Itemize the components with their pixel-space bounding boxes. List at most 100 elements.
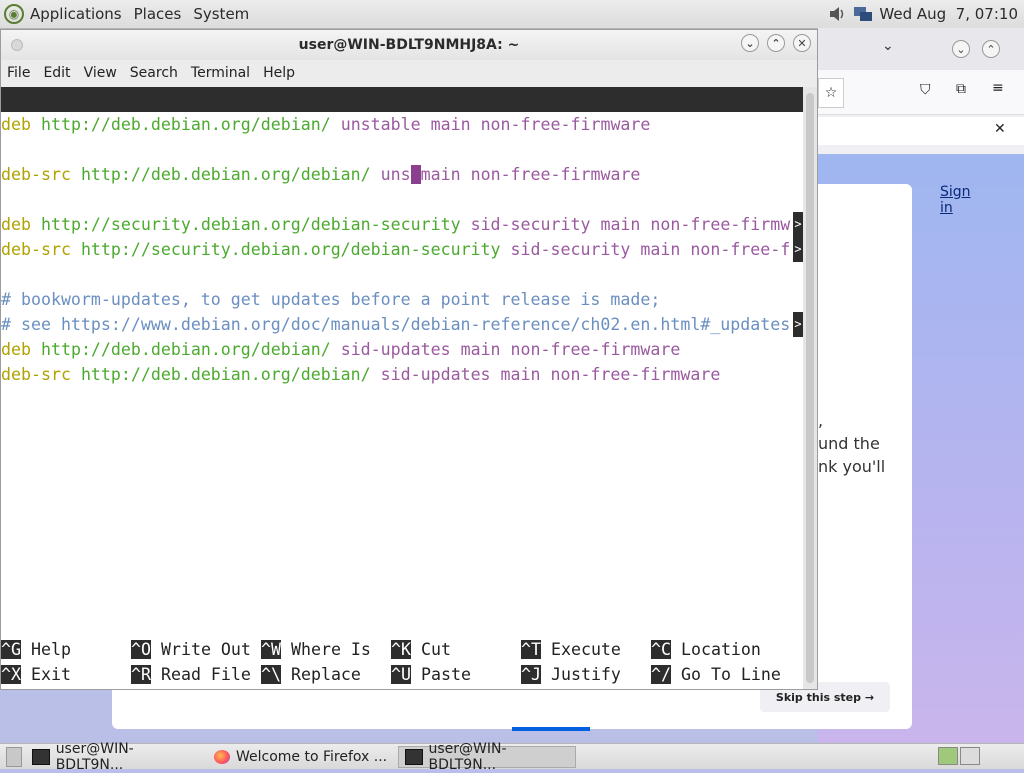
taskbar-item-terminal-1[interactable]: user@WIN-BDLT9N... [26,741,204,773]
repo-url: http://deb.debian.org/debian/ [40,340,331,359]
show-desktop-button[interactable] [6,746,22,767]
shortcut-item: ^J Justify [521,662,621,687]
shortcut-key: ^/ [651,665,671,684]
clock[interactable]: Wed Aug 7, 07:10 [879,5,1018,23]
bottom-taskbar: user@WIN-BDLT9N... Welcome to Firefox ..… [0,741,1024,773]
extensions-icon[interactable]: ⧉ [956,81,966,97]
shortcut-label: Where Is [290,640,371,659]
repo-components: sid-updates main non-free-firmware [340,340,681,359]
shortcut-key: ^J [521,665,541,684]
debian-logo-icon[interactable]: ◉ [4,4,24,24]
system-menu[interactable]: System [193,5,249,23]
maximize-button[interactable]: ⌃ [767,34,785,52]
close-notification-icon[interactable]: ✕ [994,121,1006,137]
shortcut-label: Cut [420,640,451,659]
editor-line[interactable] [1,187,803,212]
menu-terminal[interactable]: Terminal [191,65,250,81]
firefox-minimize-button[interactable]: ⌄ [952,40,970,58]
editor-line[interactable]: deb http://deb.debian.org/debian/ unstab… [1,112,803,137]
minimize-button[interactable]: ⌄ [741,34,759,52]
workspace-2-button[interactable] [960,747,980,765]
editor-line[interactable]: deb-src http://deb.debian.org/debian/ un… [1,162,803,187]
shortcut-label: Justify [550,665,621,684]
window-title: user@WIN-BDLT9NMHJ8A: ~ [298,37,520,53]
nano-shortcuts: ^G Help ^O Write Out ^W Where Is ^K Cut ^T E… [1,637,803,687]
close-button[interactable]: ✕ [793,34,811,52]
editor-line[interactable]: deb http://security.debian.org/debian-se… [1,212,803,237]
terminal-titlebar[interactable]: user@WIN-BDLT9NMHJ8A: ~ ⌄ ⌃ ✕ [1,30,817,60]
editor-line[interactable]: # bookworm-updates, to get updates befor… [1,287,803,312]
shortcut-key: ^C [651,640,671,659]
welcome-text-line: und the [818,434,880,453]
firefox-notification-bar: ✕ [818,117,1024,145]
firefox-maximize-button[interactable]: ⌃ [982,40,1000,58]
shortcut-key: ^X [1,665,21,684]
comment-line: # see https://www.debian.org/doc/manuals… [1,315,791,334]
shortcut-item: ^T Execute [521,637,621,662]
shortcut-label: Location [680,640,761,659]
shortcut-row: ^G Help ^O Write Out ^W Where Is ^K Cut ^T E… [1,637,803,662]
repo-type: deb [1,340,31,359]
shortcut-label: Paste [420,665,471,684]
repo-components: unstable main non-free-firmware [340,115,651,134]
taskbar-item-terminal-2[interactable]: user@WIN-BDLT9N... [398,741,576,773]
line-overflow-indicator: > [793,312,803,337]
repo-components: main non-free-firmware [420,165,641,184]
nano-editor[interactable]: GNU nano 7.2 /etc/apt/sources.list * deb… [1,87,803,689]
places-menu[interactable]: Places [134,5,182,23]
line-overflow-indicator: > [793,212,803,237]
volume-icon[interactable] [827,5,847,23]
taskbar-item-firefox[interactable]: Welcome to Firefox ... [208,746,394,768]
repo-type: deb-src [1,165,71,184]
editor-line[interactable]: deb http://deb.debian.org/debian/ sid-up… [1,337,803,362]
pocket-icon[interactable]: ⛉ [920,82,931,98]
editor-content[interactable]: deb http://deb.debian.org/debian/ unstab… [1,112,803,387]
shortcut-item: ^C Location [651,637,761,662]
repo-type: deb [1,215,31,234]
menu-help[interactable]: Help [263,65,295,81]
editor-line[interactable] [1,137,803,162]
workspace-1-button[interactable] [938,747,958,765]
editor-line[interactable]: deb-src http://deb.debian.org/debian/ si… [1,362,803,387]
menu-view[interactable]: View [84,65,117,81]
shortcut-key: ^O [131,640,151,659]
repo-components: sid-updates main non-free-firmware [380,365,721,384]
firefox-window: ⌄ ⌄ ⌃ ☆ ⛉ ⧉ ≡ ✕ Sign in , und the nk you… [112,28,1024,743]
shortcut-label: Replace [290,665,361,684]
scrollbar-thumb[interactable] [806,93,814,683]
shortcut-item: ^/ Go To Line [651,662,781,687]
repo-url: http://deb.debian.org/debian/ [80,365,371,384]
editor-line[interactable]: deb-src http://security.debian.org/debia… [1,237,803,262]
repo-components: sid-security main non-free-firmw [470,215,791,234]
network-icon[interactable] [853,5,873,23]
shortcut-item: ^G Help [1,637,71,662]
shortcut-label: Go To Line [680,665,781,684]
terminal-menubar: File Edit View Search Terminal Help [1,60,817,86]
nano-titlebar: GNU nano 7.2 /etc/apt/sources.list * [1,87,803,159]
menu-file[interactable]: File [7,65,30,81]
sign-in-link[interactable]: Sign in [940,184,971,216]
repo-components: sid-security main non-free-f [510,240,791,259]
editor-line[interactable]: # see https://www.debian.org/doc/manuals… [1,312,803,337]
firefox-tab-list-chevron-icon[interactable]: ⌄ [882,38,894,54]
menu-edit[interactable]: Edit [43,65,70,81]
shortcut-item: ^K Cut [391,637,451,662]
system-tray: Wed Aug 7, 07:10 [827,0,1018,28]
window-menu-icon[interactable] [11,39,23,51]
shortcut-item: ^\ Replace [261,662,361,687]
shortcut-row: ^X Exit ^R Read File ^\ Replace ^U Paste ^J … [1,662,803,687]
terminal-window: user@WIN-BDLT9NMHJ8A: ~ ⌄ ⌃ ✕ File Edit … [0,29,818,690]
editor-line[interactable] [1,262,803,287]
menu-search[interactable]: Search [130,65,178,81]
bookmark-star-icon[interactable]: ☆ [818,78,844,108]
panel-menu: ◉ Applications Places System [0,0,261,28]
welcome-text-line: , [818,411,824,430]
repo-type: deb-src [1,240,71,259]
terminal-scrollbar[interactable] [803,87,817,689]
shortcut-key: ^\ [261,665,281,684]
terminal-icon [32,748,50,765]
applications-menu[interactable]: Applications [30,5,122,23]
hamburger-menu-icon[interactable]: ≡ [992,80,1004,96]
firefox-toolbar: ☆ ⛉ ⧉ ≡ [818,70,1024,115]
window-controls: ⌄ ⌃ ✕ [741,34,811,52]
